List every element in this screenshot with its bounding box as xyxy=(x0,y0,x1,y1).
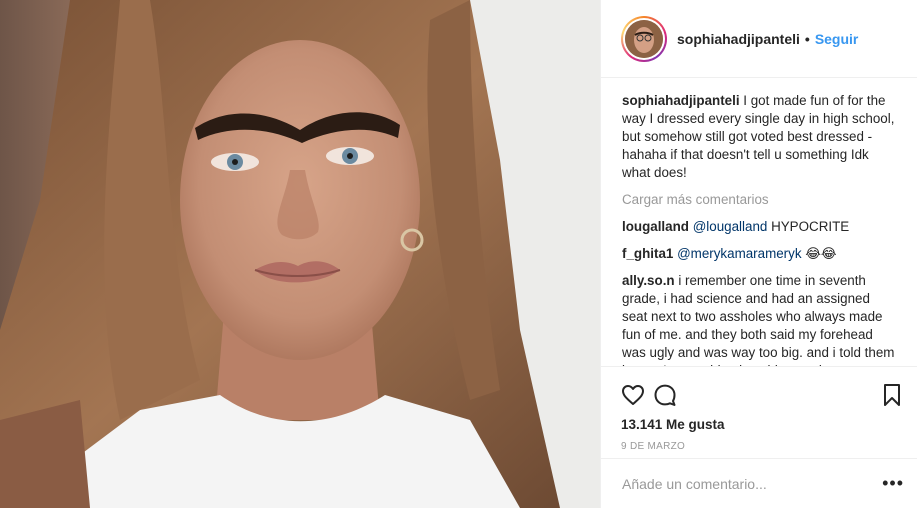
comment-icon[interactable] xyxy=(653,379,685,411)
comment-username[interactable]: lougalland xyxy=(622,219,689,234)
header-username[interactable]: sophiahadjipanteli xyxy=(677,31,800,47)
comment-mention[interactable]: @lougalland xyxy=(693,219,768,234)
post-date[interactable]: 9 DE MARZO xyxy=(621,441,902,452)
post-header: sophiahadjipanteli • Seguir xyxy=(601,0,917,78)
more-options-icon[interactable]: ••• xyxy=(882,473,904,494)
comment-username[interactable]: ally.so.n xyxy=(622,273,675,288)
load-more-comments-button[interactable]: Cargar más comentarios xyxy=(622,191,898,209)
add-comment-input[interactable] xyxy=(622,475,883,492)
comment-mention[interactable]: @merykamarameryk xyxy=(677,246,801,261)
comment-item: f_ghita1 @merykamarameryk 😂😂 xyxy=(622,245,898,263)
header-separator: • xyxy=(804,30,810,47)
comment-text: 😂😂 xyxy=(801,246,837,261)
comments-list[interactable]: sophiahadjipanteli I got made fun of for… xyxy=(601,78,917,366)
action-bar xyxy=(621,375,902,415)
caption-username[interactable]: sophiahadjipanteli xyxy=(622,93,740,108)
bookmark-icon[interactable] xyxy=(870,379,902,411)
post-sidebar: sophiahadjipanteli • Seguir sophiahadjip… xyxy=(600,0,917,508)
follow-button[interactable]: Seguir xyxy=(815,31,859,47)
comment-text: HYPOCRITE xyxy=(767,219,850,234)
comment-item: ally.so.n i remember one time in seventh… xyxy=(622,272,898,366)
comment-item: lougalland @lougalland HYPOCRITE xyxy=(622,218,898,236)
post-photo[interactable] xyxy=(0,0,600,508)
portrait-illustration xyxy=(0,0,600,508)
add-comment-bar: ••• xyxy=(601,458,917,508)
likes-count[interactable]: 13.141 Me gusta xyxy=(621,417,902,432)
post-actions-area: 13.141 Me gusta 9 DE MARZO xyxy=(601,366,917,452)
caption: sophiahadjipanteli I got made fun of for… xyxy=(622,92,898,182)
heart-icon[interactable] xyxy=(621,379,653,411)
comment-username[interactable]: f_ghita1 xyxy=(622,246,673,261)
avatar[interactable] xyxy=(621,15,667,62)
avatar-image xyxy=(625,19,663,58)
